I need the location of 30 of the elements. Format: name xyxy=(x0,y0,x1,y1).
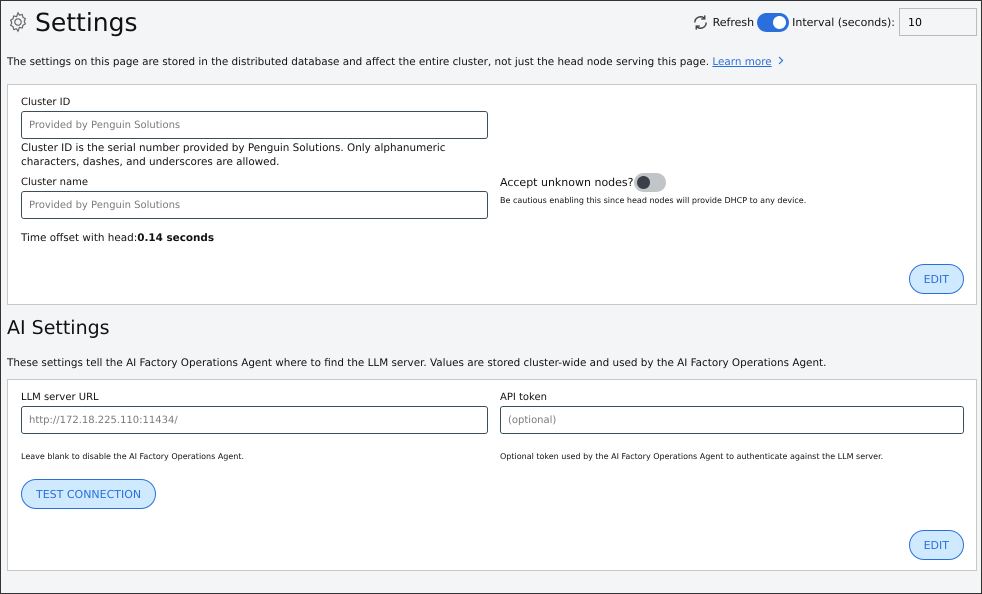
help-text: Cluster ID is the serial number provided by Penguin Solutions. Only alphanumeric characters, dashes, and underscores are allowed. xyxy=(21,141,446,169)
settings-icon xyxy=(7,11,29,33)
help-text: Leave blank to disable the AI Factory Operations Agent. xyxy=(21,452,246,461)
chevron-right-icon xyxy=(776,56,785,65)
learn-more-link[interactable]: Learn more xyxy=(712,56,772,68)
cluster-id-field[interactable]: Provided by Penguin Solutions xyxy=(21,111,488,139)
time-offset-text: Time offset with head:0.14 seconds xyxy=(21,231,216,245)
help-text: Be cautious enabling this since head nodes will provide DHCP to any device. xyxy=(500,196,808,205)
api-token-field[interactable]: (optional) xyxy=(500,406,964,434)
accept-unknown-toggle[interactable] xyxy=(634,173,666,192)
section-description: These settings tell the AI Factory Operations Agent where to find the LLM server. Values are stored cluster-wide and used by the AI Factory Operations Agent. xyxy=(7,357,828,369)
interval-field[interactable]: 10 xyxy=(899,8,977,36)
help-text: Optional token used by the AI Factory Operations Agent to authenticate against the LLM server. xyxy=(500,452,884,461)
test-connection-button[interactable]: TEST CONNECTION xyxy=(21,479,156,509)
interval-label: Interval (seconds): xyxy=(792,16,895,28)
notice-text: The settings on this page are stored in the distributed database and affect the entire cluster, not just the head node serving this page. xyxy=(7,56,710,68)
llm-url-field[interactable]: http://172.18.225.110:11434/ xyxy=(21,406,488,434)
field-label: Cluster name xyxy=(21,177,90,188)
edit-button[interactable]: EDIT xyxy=(908,264,964,294)
field-label: Cluster ID xyxy=(21,97,72,108)
field-label: Accept unknown nodes? xyxy=(500,176,634,189)
cluster-name-field[interactable]: Provided by Penguin Solutions xyxy=(21,191,488,219)
section-title: AI Settings xyxy=(7,317,111,339)
refresh-label: Refresh xyxy=(712,16,754,28)
auto-refresh-toggle[interactable] xyxy=(757,12,790,32)
page-title: Settings xyxy=(35,8,138,36)
edit-button[interactable]: EDIT xyxy=(908,530,964,560)
field-label: LLM server URL xyxy=(21,392,100,403)
field-label: API token xyxy=(500,392,548,403)
refresh-icon[interactable] xyxy=(692,14,709,30)
